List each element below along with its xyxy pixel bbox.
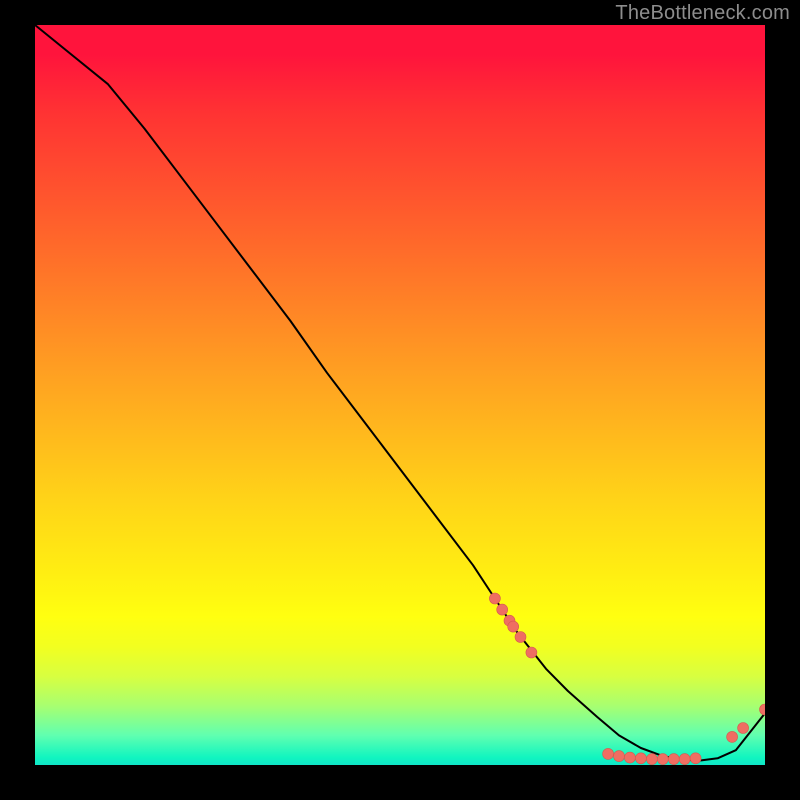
data-dot xyxy=(635,753,646,764)
data-dot xyxy=(760,704,766,715)
data-dots xyxy=(489,593,765,765)
data-dot xyxy=(738,723,749,734)
curve-layer xyxy=(35,25,765,765)
data-dot xyxy=(526,647,537,658)
data-dot xyxy=(489,593,500,604)
data-dot xyxy=(646,754,657,765)
data-dot xyxy=(624,752,635,763)
data-dot xyxy=(668,754,679,765)
plot-area xyxy=(35,25,765,765)
watermark-text: TheBottleneck.com xyxy=(615,2,790,25)
data-dot xyxy=(727,731,738,742)
data-dot xyxy=(657,754,668,765)
data-dot xyxy=(679,754,690,765)
data-dot xyxy=(515,632,526,643)
data-dot xyxy=(690,753,701,764)
data-dot xyxy=(614,751,625,762)
bottleneck-curve xyxy=(35,25,765,761)
data-dot xyxy=(508,621,519,632)
data-dot xyxy=(603,748,614,759)
chart-container: TheBottleneck.com xyxy=(0,0,800,800)
data-dot xyxy=(497,604,508,615)
